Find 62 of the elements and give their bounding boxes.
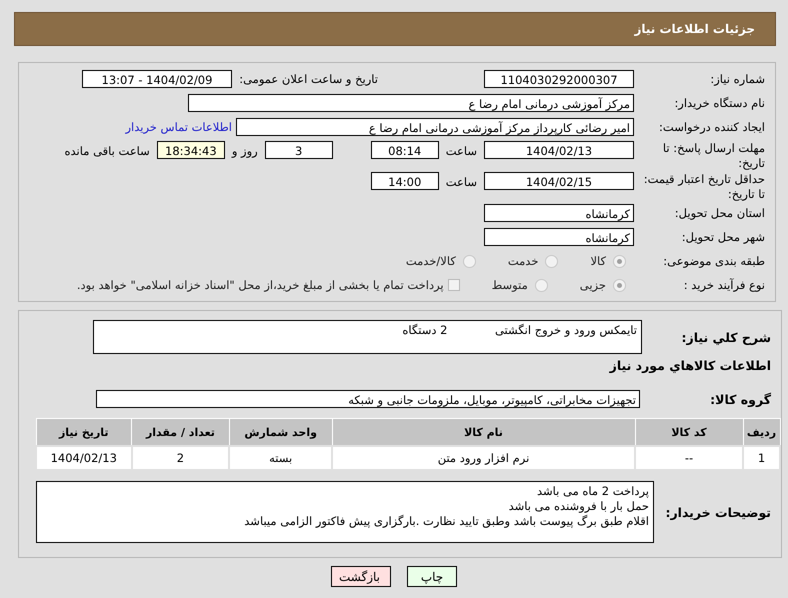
radio-button[interactable]: [613, 278, 626, 292]
note-line: اقلام طبق برگ پیوست باشد وطبق تایید نظارت .بارگزاری پیش فاکتور الزامی میباشد: [243, 514, 649, 529]
field-label: ساعت باقی مانده: [64, 143, 151, 160]
field-label: حداقل تاریخ اعتبار قیمت: تا تاریخ:: [642, 172, 765, 202]
field-label: شرح کلي نياز:: [680, 330, 771, 344]
table-cell: 1404/02/13: [36, 446, 132, 470]
city-field: کرمانشاه: [484, 228, 634, 246]
field-label: تاریخ و ساعت اعلان عمومی:: [238, 72, 378, 86]
column-header: واحد شمارش: [229, 418, 332, 446]
field-label: گروه کالا:: [709, 392, 771, 406]
column-header: تعداد / مقدار: [132, 418, 230, 446]
field-label: نوع فرآیند خرید :: [682, 278, 765, 292]
table-cell: 2: [132, 446, 230, 470]
goods-group-field: تجهیزات مخابراتی، کامپیوتر، موبایل، ملزومات جانبی و شبکه: [96, 390, 640, 408]
action-button[interactable]: چاپ: [407, 566, 457, 587]
field-label: نام دستگاه خریدار:: [673, 96, 765, 110]
buyer-contact-link[interactable]: اطلاعات تماس خریدار: [125, 120, 232, 134]
validity-time-field: 14:00: [370, 172, 439, 190]
radio-label: کالا/خدمت: [406, 254, 456, 268]
checkbox[interactable]: [448, 279, 460, 291]
note-line: حمل بار با فروشنده می باشد: [508, 499, 649, 514]
deadline-time-field: 08:14: [370, 141, 439, 159]
remaining-time-field: 18:34:43: [156, 141, 225, 159]
buyer-org-field: مرکز آموزشی درمانی امام رضا ع: [188, 94, 634, 112]
column-header: نام کالا: [332, 418, 635, 446]
radio-button[interactable]: [613, 254, 626, 268]
action-button[interactable]: بازگشت: [331, 566, 391, 587]
radio-button[interactable]: [534, 278, 548, 292]
note-line: پرداخت 2 ماه می باشد: [536, 484, 649, 499]
checkbox-label: پرداخت تمام یا بخشی از مبلغ خرید،از محل "اسناد خزانه اسلامی" خواهد بود.: [76, 278, 444, 292]
column-header: تاریخ نیاز: [36, 418, 132, 446]
radio-button[interactable]: [462, 254, 476, 268]
need-number-field: 1104030292000307: [484, 70, 634, 88]
description-field: تایمکس ورود و خروج انگشتی 2 دستگاه: [93, 320, 642, 354]
province-field: کرمانشاه: [484, 204, 634, 222]
table-cell: نرم افزار ورود متن: [332, 446, 635, 470]
radio-label: متوسط: [492, 278, 528, 292]
requester-field: امیر رضائی کارپرداز مرکز آموزشی درمانی امام رضا ع: [236, 118, 634, 136]
field-label: ایجاد کننده درخواست:: [658, 120, 765, 134]
radio-label: کالا: [590, 254, 606, 268]
table-cell: 1: [743, 446, 780, 470]
field-label: ساعت: [444, 143, 478, 160]
radio-button[interactable]: [545, 254, 558, 268]
page-title: جزئیات اطلاعات نیاز: [634, 22, 755, 36]
field-label: شهر محل تحویل:: [680, 230, 765, 244]
column-header: ردیف: [743, 418, 780, 446]
table-cell: بسته: [229, 446, 332, 470]
section-title: اطلاعات كالاهاي مورد نياز: [608, 357, 772, 375]
table-cell: --: [635, 446, 743, 470]
field-label: مهلت ارسال پاسخ: تا تاریخ:: [662, 141, 765, 171]
column-header: کد کالا: [635, 418, 743, 446]
days-field: 3: [264, 141, 333, 159]
deadline-date-field: 1404/02/13: [484, 141, 634, 159]
radio-label: خدمت: [508, 254, 538, 268]
field-label: استان محل تحویل:: [674, 206, 765, 220]
radio-label: جزیی: [580, 278, 606, 292]
field-label: طبقه بندی موضوعی:: [662, 254, 765, 268]
field-label: ساعت: [444, 174, 478, 191]
validity-date-field: 1404/02/15: [484, 172, 634, 190]
field-label: روز و: [230, 143, 259, 160]
field-label: شماره نیاز:: [709, 72, 765, 86]
announce-date-field: 1404/02/09 - 13:07: [82, 70, 232, 88]
